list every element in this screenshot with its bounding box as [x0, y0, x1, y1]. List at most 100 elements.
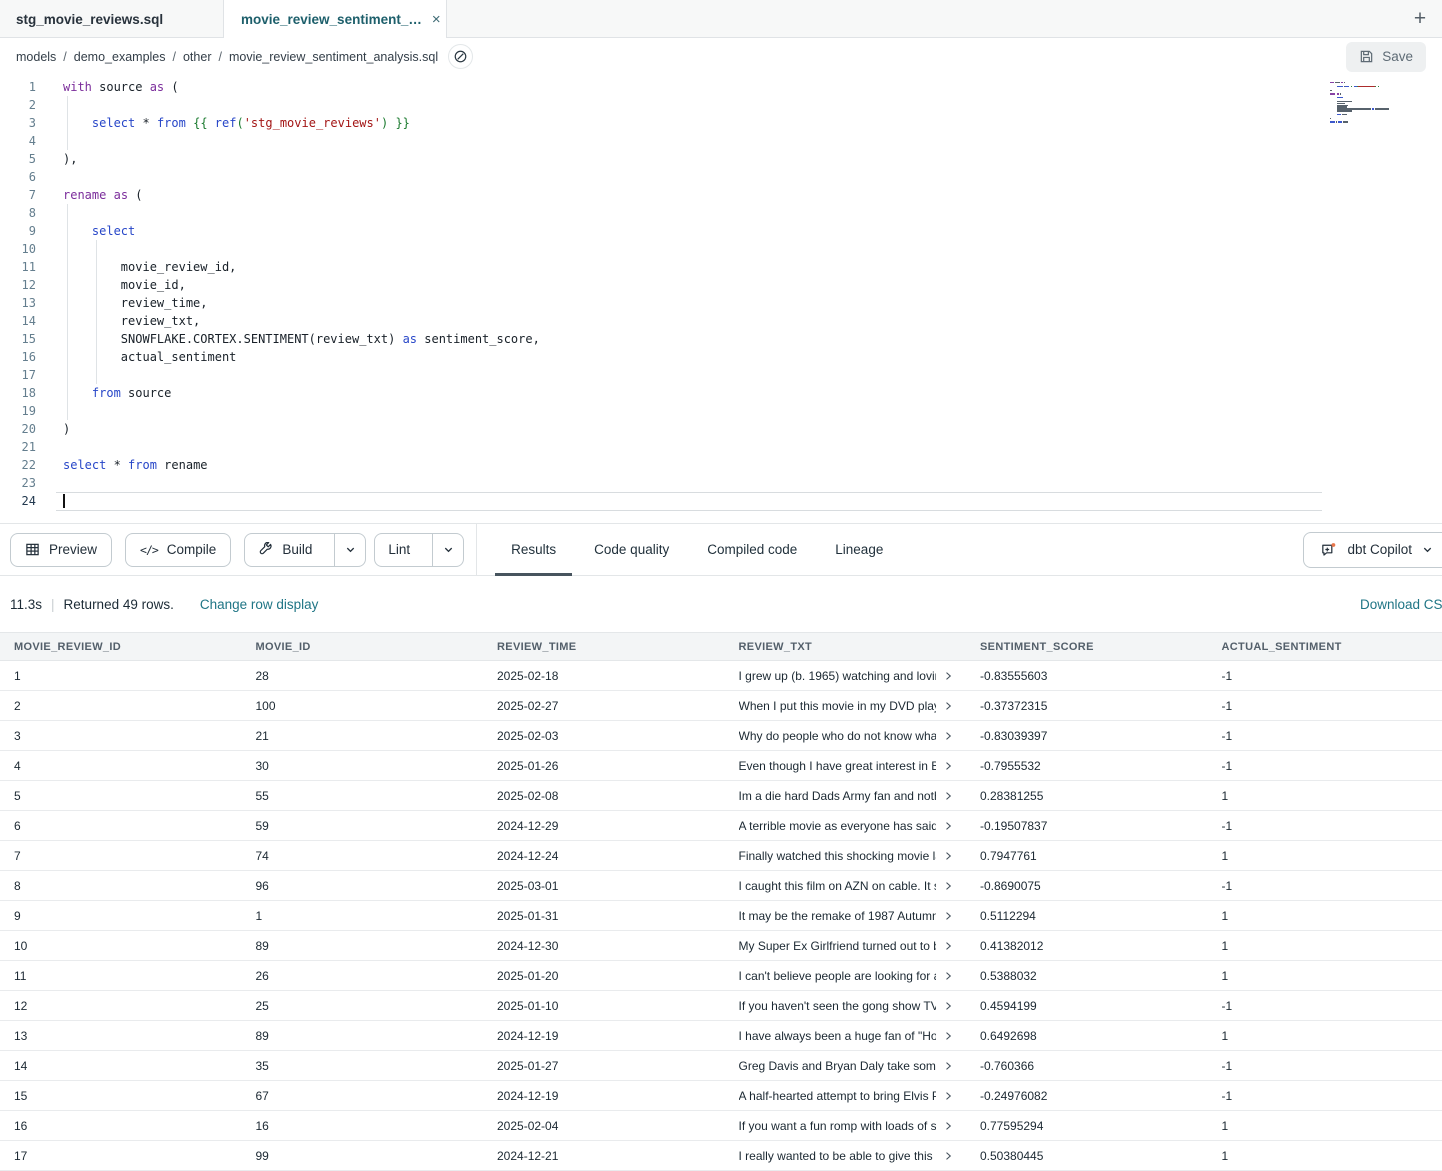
- column-header: MOVIE_ID: [242, 641, 484, 653]
- table-cell: 99: [242, 1149, 484, 1163]
- table-row: 12252025-01-10If you haven't seen the go…: [0, 991, 1442, 1021]
- expand-row-icon[interactable]: [942, 1090, 954, 1102]
- expand-row-icon[interactable]: [942, 820, 954, 832]
- result-tab-code-quality[interactable]: Code quality: [592, 524, 671, 575]
- result-tab-lineage[interactable]: Lineage: [833, 524, 885, 575]
- expand-row-icon[interactable]: [942, 880, 954, 892]
- expand-row-icon[interactable]: [942, 790, 954, 802]
- table-cell: 89: [242, 939, 484, 953]
- column-header: SENTIMENT_SCORE: [966, 641, 1208, 653]
- file-tab-movie-review-sentiment[interactable]: movie_review_sentiment_… ×: [223, 0, 447, 38]
- table-cell: 2024-12-19: [483, 1029, 725, 1043]
- code-line: actual_sentiment: [63, 348, 1362, 366]
- editor-code[interactable]: with source as ( select * from {{ ref('s…: [63, 78, 1362, 510]
- table-cell: -0.83555603: [966, 669, 1208, 683]
- cell-value: 15: [14, 1089, 27, 1103]
- cell-value: Finally watched this shocking movie la…: [739, 849, 937, 863]
- cell-value: -1: [1222, 1059, 1233, 1073]
- change-row-display-link[interactable]: Change row display: [200, 597, 319, 612]
- result-tab-results[interactable]: Results: [509, 524, 558, 575]
- download-csv-link[interactable]: Download CSV: [1360, 597, 1442, 612]
- line-number: 4: [0, 132, 36, 150]
- code-line: [63, 492, 1362, 510]
- table-cell: 0.5388032: [966, 969, 1208, 983]
- table-cell: -1: [1208, 669, 1442, 683]
- table-cell: 2024-12-21: [483, 1149, 725, 1163]
- cell-value: 13: [14, 1029, 27, 1043]
- table-cell: -1: [1208, 1089, 1442, 1103]
- expand-row-icon[interactable]: [942, 1030, 954, 1042]
- expand-row-icon[interactable]: [942, 1150, 954, 1162]
- column-header: REVIEW_TXT: [725, 641, 967, 653]
- chat-sparkle-icon: [1320, 541, 1337, 558]
- code-line: [63, 240, 1362, 258]
- code-line: movie_id,: [63, 276, 1362, 294]
- expand-row-icon[interactable]: [942, 940, 954, 952]
- expand-row-icon[interactable]: [942, 730, 954, 742]
- save-button[interactable]: Save: [1346, 42, 1426, 72]
- cell-value: 35: [256, 1059, 269, 1073]
- result-tab-compiled-code[interactable]: Compiled code: [705, 524, 799, 575]
- table-cell: 1: [1208, 909, 1442, 923]
- cell-value: 8: [14, 879, 21, 893]
- table-cell: I caught this film on AZN on cable. It s…: [725, 879, 967, 893]
- expand-row-icon[interactable]: [942, 910, 954, 922]
- table-cell: 67: [242, 1089, 484, 1103]
- preview-button[interactable]: Preview: [10, 533, 112, 567]
- cell-value: -0.19507837: [980, 819, 1047, 833]
- editor-toolbar: Preview </> Compile Build Lint Results Co…: [0, 523, 1442, 576]
- file-tab-stg-movie-reviews[interactable]: stg_movie_reviews.sql: [0, 0, 223, 38]
- cell-value: 1: [1222, 1029, 1229, 1043]
- expand-row-icon[interactable]: [942, 760, 954, 772]
- lint-dropdown-chevron[interactable]: [432, 534, 463, 566]
- close-tab-icon[interactable]: ×: [432, 11, 441, 28]
- table-cell: 74: [242, 849, 484, 863]
- table-cell: I grew up (b. 1965) watching and lovin…: [725, 669, 967, 683]
- code-line: select * from {{ ref('stg_movie_reviews'…: [63, 114, 1362, 132]
- expand-row-icon[interactable]: [942, 670, 954, 682]
- table-cell: 2025-01-27: [483, 1059, 725, 1073]
- table-cell: 6: [0, 819, 242, 833]
- cell-value: 59: [256, 819, 269, 833]
- code-line: [63, 402, 1362, 420]
- expand-row-icon[interactable]: [942, 700, 954, 712]
- editor-minimap[interactable]: [1330, 82, 1400, 127]
- build-dropdown-chevron[interactable]: [334, 534, 365, 566]
- build-button-main[interactable]: Build: [245, 534, 325, 566]
- cell-value: 89: [256, 939, 269, 953]
- cell-value: 21: [256, 729, 269, 743]
- table-cell: 2024-12-29: [483, 819, 725, 833]
- line-number: 8: [0, 204, 36, 222]
- table-cell: 15: [0, 1089, 242, 1103]
- lint-button-main[interactable]: Lint: [375, 534, 423, 566]
- dbt-copilot-button[interactable]: dbt Copilot: [1303, 532, 1442, 568]
- expand-row-icon[interactable]: [942, 970, 954, 982]
- expand-row-icon[interactable]: [942, 850, 954, 862]
- dbt-copilot-label: dbt Copilot: [1347, 542, 1412, 557]
- cell-value: 0.50380445: [980, 1149, 1043, 1163]
- expand-row-icon[interactable]: [942, 1060, 954, 1072]
- table-cell: 8: [0, 879, 242, 893]
- compile-button-label: Compile: [167, 542, 217, 557]
- build-button-label: Build: [282, 542, 312, 557]
- table-body: 1282025-02-18I grew up (b. 1965) watchin…: [0, 661, 1442, 1171]
- compile-button[interactable]: </> Compile: [125, 533, 231, 567]
- cell-value: -1: [1222, 1089, 1233, 1103]
- expand-row-icon[interactable]: [942, 1000, 954, 1012]
- breadcrumb: models / demo_examples / other / movie_r…: [16, 50, 438, 64]
- table-cell: 1: [242, 909, 484, 923]
- build-button: Build: [244, 533, 366, 567]
- cell-value: 1: [1222, 969, 1229, 983]
- copilot-compass-icon[interactable]: [448, 44, 473, 69]
- new-tab-button[interactable]: +: [1398, 0, 1442, 38]
- cell-value: A half-hearted attempt to bring Elvis P…: [739, 1089, 937, 1103]
- expand-row-icon[interactable]: [942, 1120, 954, 1132]
- cell-value: 17: [14, 1149, 27, 1163]
- cell-value: Im a die hard Dads Army fan and nothi…: [739, 789, 937, 803]
- lint-button: Lint: [374, 533, 464, 567]
- cell-value: -0.83039397: [980, 729, 1047, 743]
- status-separator: |: [51, 597, 55, 612]
- code-editor: 123456789101112131415161718192021222324 …: [0, 75, 1442, 523]
- cell-value: 1: [14, 669, 21, 683]
- table-cell: 2024-12-24: [483, 849, 725, 863]
